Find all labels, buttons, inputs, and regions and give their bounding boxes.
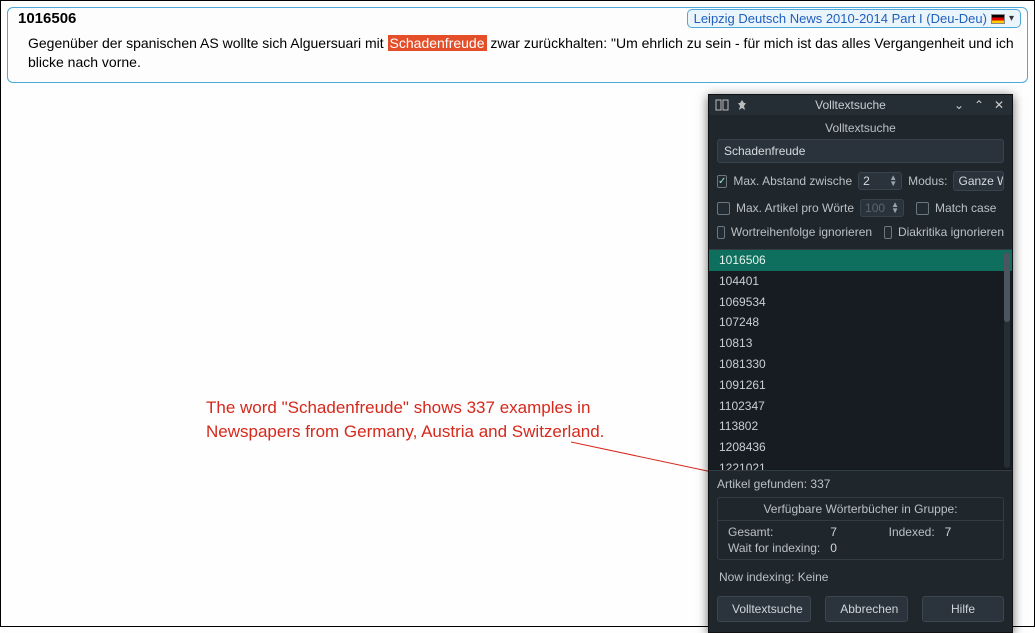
now-indexing-value: Keine [798, 570, 829, 584]
gesamt-value: 7 [830, 525, 878, 539]
search-input[interactable] [717, 139, 1004, 163]
result-item[interactable]: 1208436 [709, 437, 1012, 458]
highlighted-term: Schadenfreude [388, 35, 487, 51]
found-label: Artikel gefunden: [717, 477, 807, 491]
scrollbar-thumb[interactable] [1004, 252, 1010, 322]
max-articles-stepper[interactable]: 100 ▲▼ [860, 199, 904, 217]
result-item[interactable]: 104401 [709, 271, 1012, 292]
dictionary-badge[interactable]: Leipzig Deutsch News 2010-2014 Part I (D… [687, 9, 1021, 28]
found-count: 337 [810, 477, 830, 491]
result-item[interactable]: 1102347 [709, 396, 1012, 417]
book-icon [715, 98, 729, 112]
chevron-down-icon: ▾ [1009, 13, 1014, 24]
max-distance-stepper[interactable]: 2 ▲▼ [858, 172, 902, 190]
found-line: Artikel gefunden: 337 [709, 471, 1012, 495]
dictionary-label: Leipzig Deutsch News 2010-2014 Part I (D… [694, 11, 987, 26]
panel-title: Volltextsuche [755, 98, 946, 112]
section-header: Volltextsuche [709, 115, 1012, 139]
indexed-label: Indexed: [889, 525, 935, 539]
wait-value: 0 [830, 541, 878, 555]
panel-titlebar[interactable]: Volltextsuche ⌄ ⌃ ✕ [709, 95, 1012, 115]
article-id: 1016506 [18, 10, 76, 27]
now-indexing-label: Now indexing: [719, 570, 794, 584]
word-order-ignore-label: Wortreihenfolge ignorieren [731, 225, 872, 239]
result-item[interactable]: 1091261 [709, 375, 1012, 396]
max-articles-label: Max. Artikel pro Wörte [736, 201, 854, 215]
gesamt-label: Gesamt: [728, 525, 820, 539]
search-button[interactable]: Volltextsuche [717, 596, 811, 622]
max-distance-checkbox[interactable] [717, 175, 727, 188]
flag-icon [991, 14, 1005, 24]
help-button[interactable]: Hilfe [922, 596, 1004, 622]
fulltext-search-panel: Volltextsuche ⌄ ⌃ ✕ Volltextsuche Max. A… [708, 94, 1013, 633]
collapse-down-icon[interactable]: ⌄ [952, 98, 966, 112]
cancel-button[interactable]: Abbrechen [825, 596, 908, 622]
match-case-checkbox[interactable] [916, 202, 929, 215]
result-item[interactable]: 113802 [709, 416, 1012, 437]
article-text-pre: Gegenüber der spanischen AS wollte sich … [28, 35, 388, 51]
diacritics-ignore-checkbox[interactable] [884, 226, 892, 239]
result-item[interactable]: 1016506 [709, 250, 1012, 271]
stepper-arrows-icon[interactable]: ▲▼ [891, 202, 899, 214]
stepper-arrows-icon[interactable]: ▲▼ [889, 175, 897, 187]
article-card: 1016506 Leipzig Deutsch News 2010-2014 P… [7, 7, 1028, 83]
modus-value: Ganze Wörte [958, 174, 1004, 188]
result-item[interactable]: 107248 [709, 312, 1012, 333]
result-item[interactable]: 1081330 [709, 354, 1012, 375]
available-dicts-title: Verfügbare Wörterbücher in Gruppe: [718, 498, 1003, 521]
results-list[interactable]: 1016506104401106953410724810813108133010… [709, 249, 1012, 471]
wait-label: Wait for indexing: [728, 541, 820, 555]
result-item[interactable]: 10813 [709, 333, 1012, 354]
now-indexing-line: Now indexing: Keine [709, 566, 1012, 592]
max-distance-label: Max. Abstand zwische [733, 174, 852, 188]
pin-icon[interactable] [735, 98, 749, 112]
max-distance-value: 2 [863, 174, 870, 188]
indexed-value: 7 [945, 525, 993, 539]
max-articles-checkbox[interactable] [717, 202, 730, 215]
result-item[interactable]: 1221021 [709, 458, 1012, 471]
match-case-label: Match case [935, 201, 996, 215]
modus-select[interactable]: Ganze Wörte ▾ [953, 171, 1004, 191]
article-body: Gegenüber der spanischen AS wollte sich … [18, 34, 1017, 72]
close-icon[interactable]: ✕ [992, 98, 1006, 112]
word-order-ignore-checkbox[interactable] [717, 226, 725, 239]
result-item[interactable]: 1069534 [709, 292, 1012, 313]
modus-label: Modus: [908, 174, 947, 188]
annotation-text: The word "Schadenfreude" shows 337 examp… [206, 396, 636, 444]
max-articles-value: 100 [865, 201, 885, 215]
collapse-up-icon[interactable]: ⌃ [972, 98, 986, 112]
available-dicts-box: Verfügbare Wörterbücher in Gruppe: Gesam… [717, 497, 1004, 560]
diacritics-ignore-label: Diakritika ignorieren [898, 225, 1004, 239]
